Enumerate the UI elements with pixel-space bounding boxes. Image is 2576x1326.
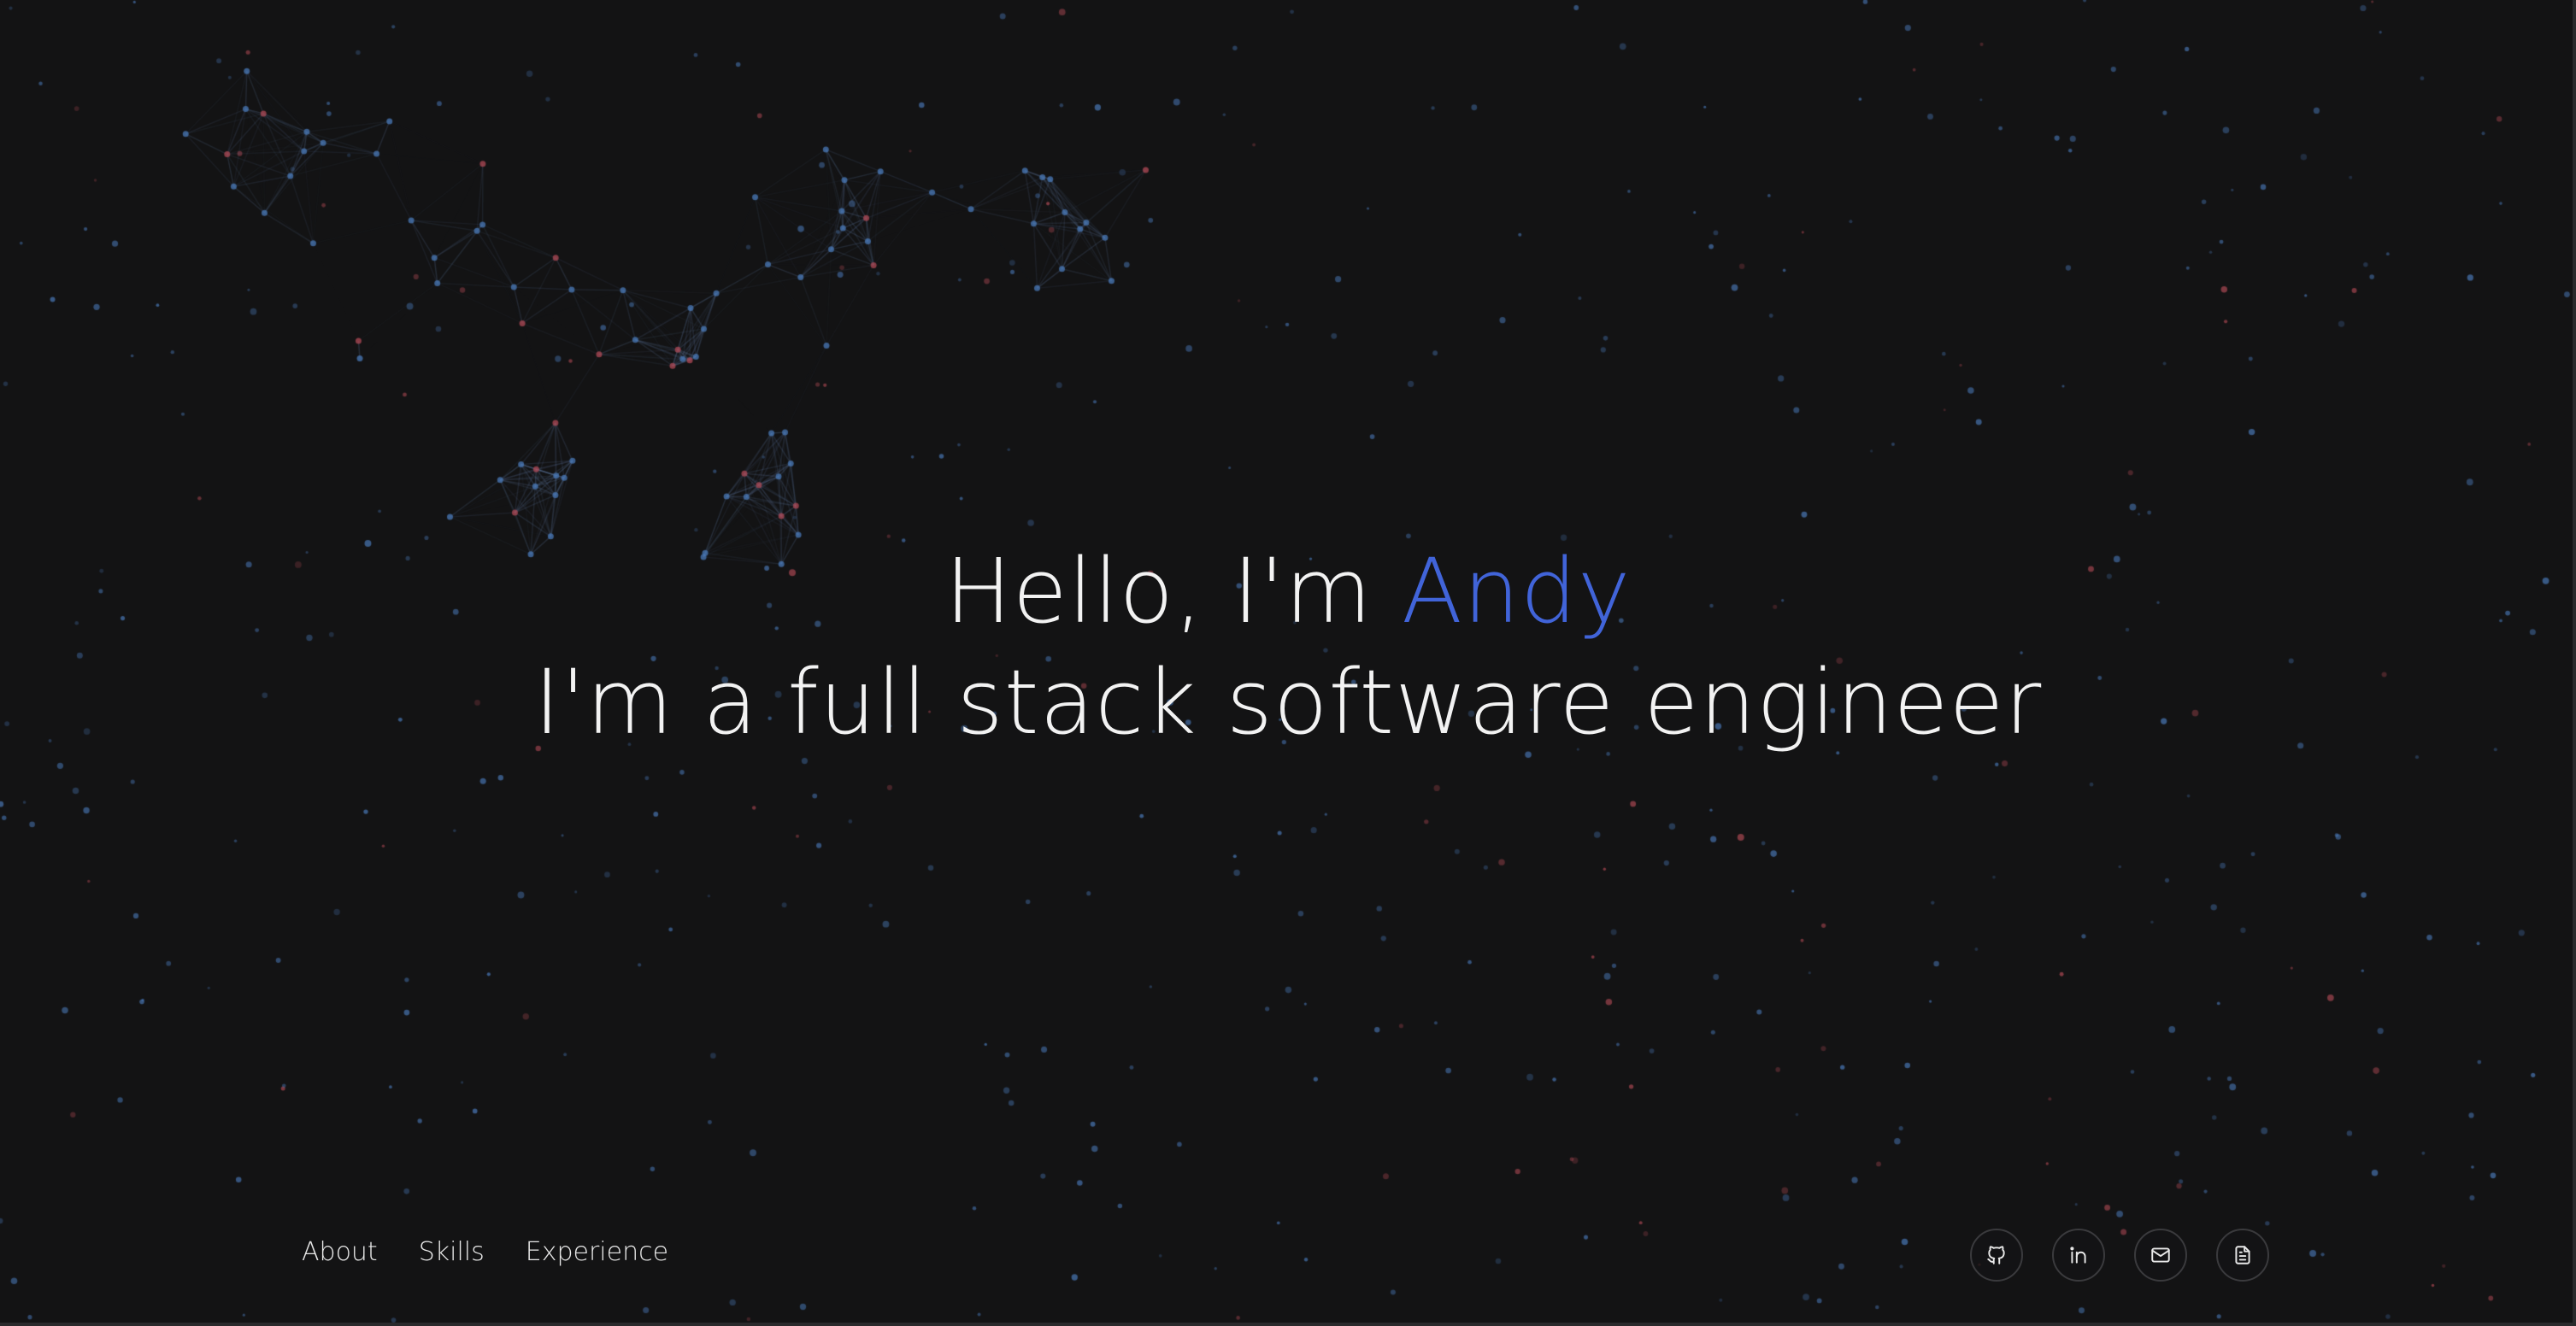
- hero-role: I'm a full stack software engineer: [533, 650, 2043, 754]
- nav-link-skills[interactable]: Skills: [419, 1237, 485, 1267]
- resume-button[interactable]: [2216, 1229, 2269, 1282]
- document-icon: [2235, 1246, 2250, 1264]
- hero-greeting-prefix: Hello, I'm: [944, 539, 1402, 643]
- hero-greeting: Hello, I'm Andy: [0, 547, 2576, 636]
- nav-link-about[interactable]: About: [302, 1237, 378, 1267]
- github-icon: [1987, 1246, 2005, 1264]
- window-edge-bottom: [0, 1323, 2576, 1326]
- hero-section: Hello, I'm Andy I'm a full stack softwar…: [0, 547, 2576, 747]
- github-button[interactable]: [1970, 1229, 2023, 1282]
- hero-name: Andy: [1401, 539, 1632, 643]
- email-button[interactable]: [2134, 1229, 2187, 1282]
- mail-icon: [2151, 1247, 2170, 1263]
- bottom-nav: About Skills Experience: [302, 1237, 668, 1267]
- linkedin-icon: [2070, 1247, 2086, 1264]
- linkedin-button[interactable]: [2052, 1229, 2105, 1282]
- nav-link-experience[interactable]: Experience: [526, 1237, 668, 1267]
- social-links: [1970, 1229, 2269, 1282]
